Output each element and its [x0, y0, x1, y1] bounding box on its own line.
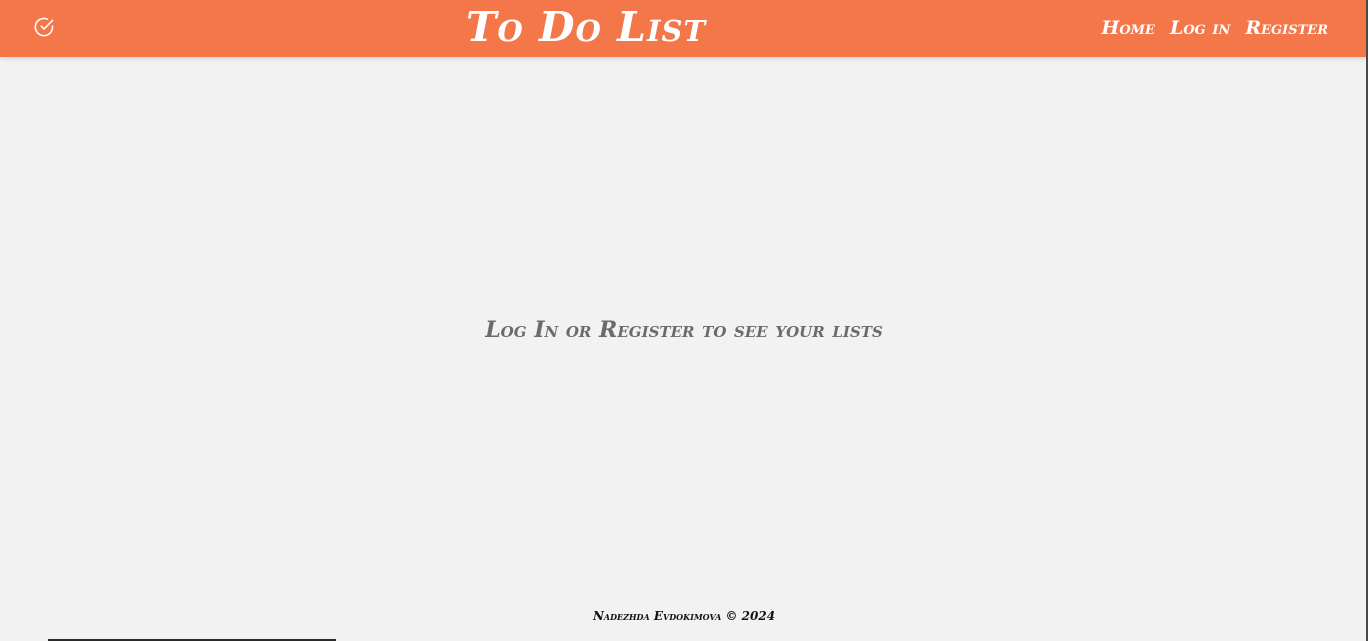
check-circle-icon	[34, 17, 54, 37]
app-title: To Do List	[466, 3, 707, 51]
login-prompt-message: Log In or Register to see your lists	[485, 317, 883, 343]
home-logo-link[interactable]	[32, 15, 56, 39]
nav-login-link[interactable]: Log in	[1170, 15, 1230, 41]
footer-copyright: Nadezhda Evdokimova © 2024	[592, 609, 776, 623]
nav-register-link[interactable]: Register	[1245, 15, 1328, 41]
page: To Do List Home Log in Register Log In o…	[0, 0, 1368, 641]
nav-home-link[interactable]: Home	[1101, 15, 1155, 41]
nav-links: Home Log in Register	[1101, 15, 1328, 41]
top-navbar: To Do List Home Log in Register	[0, 0, 1366, 57]
